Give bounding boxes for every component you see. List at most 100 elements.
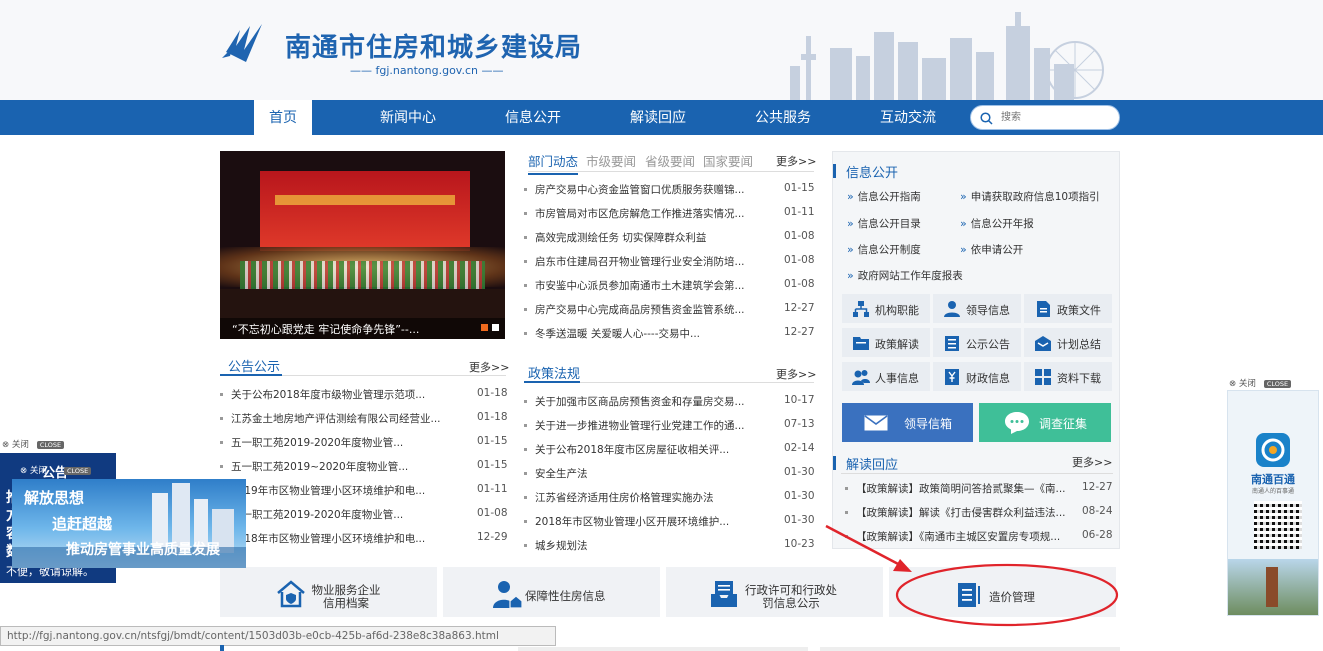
link-website-report[interactable]: » 政府网站工作年度报表 [847, 268, 963, 283]
nav-info-open[interactable]: 信息公开 [495, 100, 571, 135]
news-row[interactable]: 冬季送温暖 关爱暖人心----交易中... 12-27 [524, 325, 824, 343]
notice-title[interactable]: 2019年市区物业管理小区环境维护和电... [231, 483, 471, 498]
tab-province-news[interactable]: 省级要闻 [645, 151, 695, 170]
right-ad-close[interactable]: ⊗ 关闭 CLOSE [1229, 377, 1292, 389]
interpretation-title[interactable]: 【政策解读】政策简明问答拾贰聚集—《南... [856, 481, 1071, 496]
tile-downloads[interactable]: 资料下载 [1024, 362, 1112, 391]
notice-row[interactable]: 江苏金土地房地产评估测绘有限公司经营业... 01-18 [220, 410, 517, 428]
news-slideshow-image[interactable] [220, 151, 505, 339]
notice-row[interactable]: 五一职工苑2019-2020年度物业管... 01-08 [220, 506, 517, 524]
notice-title[interactable]: 2018年市区物业管理小区环境维护和电... [231, 531, 471, 546]
notice-title[interactable]: 江苏金土地房地产评估测绘有限公司经营业... [231, 411, 471, 426]
notice-more-link[interactable]: 更多>> [469, 359, 509, 375]
tile-leader-info[interactable]: 领导信息 [933, 294, 1021, 323]
tab-department-news[interactable]: 部门动态 [528, 151, 579, 175]
notice-row[interactable]: 2018年市区物业管理小区环境维护和电... 12-29 [220, 530, 517, 548]
floating-banner-ad[interactable]: 解放思想 追赶超越 推动房管事业高质量发展 [12, 479, 246, 568]
link-info-annual-report[interactable]: » 信息公开年报 [960, 216, 1034, 231]
policy-interpret-icon [853, 337, 869, 350]
news-more-link[interactable]: 更多>> [776, 153, 816, 169]
policy-row[interactable]: 城乡规划法 10-23 [524, 537, 824, 555]
news-row[interactable]: 市安鉴中心派员参加南通市土木建筑学会第... 01-08 [524, 277, 824, 295]
news-row[interactable]: 房产交易中心完成商品房预售资金监管系统... 12-27 [524, 301, 824, 319]
policy-title[interactable]: 2018年市区物业管理小区开展环境维护... [535, 514, 775, 529]
interpretation-row[interactable]: 【政策解读】政策简明问答拾贰聚集—《南... 12-27 [845, 480, 1122, 498]
news-title[interactable]: 冬季送温暖 关爱暖人心----交易中... [535, 326, 775, 341]
nav-public-service[interactable]: 公共服务 [745, 100, 821, 135]
link-info-request-guide[interactable]: » 申请获取政府信息10项指引 [960, 189, 1100, 204]
nav-interaction[interactable]: 互动交流 [870, 100, 946, 135]
search-icon[interactable] [980, 112, 993, 125]
policy-row[interactable]: 2018年市区物业管理小区开展环境维护... 01-30 [524, 513, 824, 531]
policy-title[interactable]: 城乡规划法 [535, 538, 775, 553]
interpretation-title[interactable]: 【政策解读】解读《打击侵害群众利益违法... [856, 505, 1071, 520]
nav-home[interactable]: 首页 [254, 100, 312, 135]
news-title[interactable]: 启东市住建局召开物业管理行业安全消防培... [535, 254, 775, 269]
slide-dot-1[interactable] [481, 324, 488, 331]
nav-news[interactable]: 新闻中心 [370, 100, 446, 135]
news-title[interactable]: 房产交易中心完成商品房预售资金监管系统... [535, 302, 775, 317]
notice-row[interactable]: 五一职工苑2019-2020年度物业管... 01-15 [220, 434, 517, 452]
policy-row[interactable]: 关于进一步推进物业管理行业党建工作的通... 07-13 [524, 417, 824, 435]
link-info-catalog[interactable]: » 信息公开目录 [847, 216, 921, 231]
survey-button[interactable]: 调查征集 [979, 403, 1111, 442]
slideshow-caption[interactable]: “不忘初心跟党走 牢记使命争先锋”--... [232, 321, 419, 337]
policy-title[interactable]: 关于公布2018年度市区房屋征收相关评... [535, 442, 775, 457]
policy-row[interactable]: 江苏省经济适用住房价格管理实施办法 01-30 [524, 489, 824, 507]
annotation-arrow [825, 524, 1119, 627]
news-row[interactable]: 高效完成测绘任务 切实保障群众利益 01-08 [524, 229, 824, 247]
news-title[interactable]: 市安鉴中心派员参加南通市土木建筑学会第... [535, 278, 775, 293]
policy-title[interactable]: 关于进一步推进物业管理行业党建工作的通... [535, 418, 775, 433]
notice-date: 01-15 [477, 435, 508, 447]
tile-plan-summary[interactable]: 计划总结 [1024, 328, 1112, 357]
notice-row[interactable]: 2019年市区物业管理小区环境维护和电... 01-11 [220, 482, 517, 500]
policy-more-link[interactable]: 更多>> [776, 366, 816, 382]
link-apply-disclosure[interactable]: » 依申请公开 [960, 242, 1023, 257]
tile-policy-interpret[interactable]: 政策解读 [842, 328, 930, 357]
service-tile-property-credit[interactable]: 物业服务企业 信用档案 [220, 567, 437, 617]
notice-title[interactable]: 五一职工苑2019-2020年度物业管... [231, 435, 471, 450]
policy-row[interactable]: 关于公布2018年度市区房屋征收相关评... 02-14 [524, 441, 824, 459]
notice-title[interactable]: 公告公示 [228, 356, 280, 375]
policy-title[interactable]: 政策法规 [528, 363, 580, 382]
right-floating-app-ad[interactable]: 南通百通 南通人的百事通 [1227, 390, 1319, 616]
policy-file-icon [1037, 301, 1050, 317]
slideshow-caption-bar: “不忘初心跟党走 牢记使命争先锋”--... [220, 318, 505, 339]
link-info-system[interactable]: » 信息公开制度 [847, 242, 921, 257]
news-title[interactable]: 市房管局对市区危房解危工作推进落实情况... [535, 206, 775, 221]
tile-personnel-info[interactable]: 人事信息 [842, 362, 930, 391]
policy-row[interactable]: 安全生产法 01-30 [524, 465, 824, 483]
news-row[interactable]: 房产交易中心资金监管窗口优质服务获赠锦... 01-15 [524, 181, 824, 199]
nav-interpretation[interactable]: 解读回应 [620, 100, 696, 135]
notice-row[interactable]: 关于公布2018年度市级物业管理示范项... 01-18 [220, 386, 517, 404]
interpretation-title[interactable]: 解读回应 [846, 454, 898, 473]
notice-title[interactable]: 关于公布2018年度市级物业管理示范项... [231, 387, 471, 402]
leader-mailbox-button[interactable]: 领导信箱 [842, 403, 973, 442]
notice-title[interactable]: 五一职工苑2019-2020年度物业管... [231, 507, 471, 522]
tile-policy-file[interactable]: 政策文件 [1024, 294, 1112, 323]
news-row[interactable]: 启东市住建局召开物业管理行业安全消防培... 01-08 [524, 253, 824, 271]
info-open-title[interactable]: 信息公开 [846, 162, 898, 181]
tile-org-function[interactable]: 机构职能 [842, 294, 930, 323]
slide-dot-2[interactable] [492, 324, 499, 331]
news-row[interactable]: 市房管局对市区危房解危工作推进落实情况... 01-11 [524, 205, 824, 223]
policy-row[interactable]: 关于加强市区商品房预售资金和存量房交易... 10-17 [524, 393, 824, 411]
tile-finance-info[interactable]: 财政信息 [933, 362, 1021, 391]
news-title[interactable]: 房产交易中心资金监管窗口优质服务获赠锦... [535, 182, 775, 197]
tab-national-news[interactable]: 国家要闻 [703, 151, 753, 170]
notice-title[interactable]: 五一职工苑2019~2020年度物业管... [231, 459, 471, 474]
policy-title[interactable]: 关于加强市区商品房预售资金和存量房交易... [535, 394, 775, 409]
house-shield-icon [277, 580, 305, 608]
left-ad-close[interactable]: ⊗ 关闭 CLOSE [2, 438, 65, 450]
link-info-guide[interactable]: » 信息公开指南 [847, 189, 921, 204]
interpretation-more-link[interactable]: 更多>> [1072, 454, 1112, 470]
search-input[interactable] [999, 109, 1109, 126]
news-title[interactable]: 高效完成测绘任务 切实保障群众利益 [535, 230, 775, 245]
inbox-doc-icon [711, 581, 737, 607]
service-tile-affordable-housing[interactable]: 保障性住房信息 [443, 567, 660, 617]
policy-title[interactable]: 安全生产法 [535, 466, 775, 481]
tab-city-news[interactable]: 市级要闻 [586, 151, 636, 170]
policy-title[interactable]: 江苏省经济适用住房价格管理实施办法 [535, 490, 775, 505]
notice-row[interactable]: 五一职工苑2019~2020年度物业管... 01-15 [220, 458, 517, 476]
tile-notice-board[interactable]: 公示公告 [933, 328, 1021, 357]
